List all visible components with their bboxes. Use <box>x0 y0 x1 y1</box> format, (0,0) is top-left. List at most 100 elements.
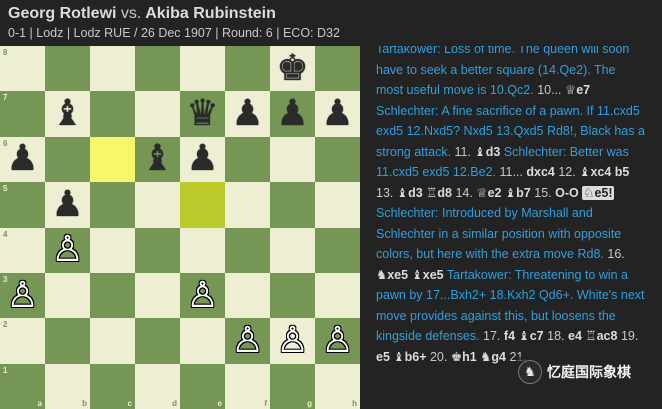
move-20-white[interactable]: ♚h1 <box>451 349 477 364</box>
square-b4[interactable]: ♙ <box>45 227 90 273</box>
square-b2[interactable] <box>45 318 90 364</box>
square-f8[interactable] <box>225 46 270 92</box>
move-10-black[interactable]: ♕e7 <box>565 82 590 97</box>
square-c5[interactable] <box>90 182 135 228</box>
black-pawn-icon[interactable]: ♟ <box>276 96 308 132</box>
chessboard[interactable]: 8 ♚ 7 ♝ ♛ ♟ ♟ ♟ 6 ♟ ♝ ♟ 5 ♟ 4 ♙ 3 ♙ ♙ 2 ♙ ♙ ♙ 1 a b c d e f g h <box>0 46 360 409</box>
square-f1[interactable]: f <box>225 363 270 409</box>
square-g8[interactable]: ♚ <box>270 46 315 92</box>
square-e4[interactable] <box>180 227 225 273</box>
move-14-black[interactable]: ♝b7 <box>505 185 531 200</box>
square-c1[interactable]: c <box>90 363 135 409</box>
square-c3[interactable] <box>90 272 135 319</box>
square-d1[interactable]: d <box>135 363 180 409</box>
move-13-black[interactable]: ♖d8 <box>426 185 452 200</box>
square-f2[interactable]: ♙ <box>225 318 270 364</box>
move-16-white[interactable]: ♞xe5 <box>376 267 408 282</box>
square-b8[interactable] <box>45 46 90 92</box>
square-f4[interactable] <box>225 227 270 273</box>
black-pawn-icon[interactable]: ♟ <box>6 141 38 177</box>
square-a7[interactable]: 7 <box>0 91 45 137</box>
square-g5[interactable] <box>270 182 315 228</box>
square-a5[interactable]: 5 <box>0 182 45 228</box>
white-pawn-icon[interactable]: ♙ <box>186 277 218 314</box>
white-pawn-icon[interactable]: ♙ <box>321 322 353 359</box>
white-player-name[interactable]: Georg Rotlewi <box>8 5 116 22</box>
move-12-white[interactable]: ♝xc4 <box>579 164 611 179</box>
move-17-black[interactable]: ♝c7 <box>519 328 544 343</box>
square-b6[interactable] <box>45 136 90 183</box>
square-a4[interactable]: 4 <box>0 227 45 273</box>
square-a1[interactable]: 1a <box>0 363 45 409</box>
square-g4[interactable] <box>270 227 315 273</box>
square-d6[interactable]: ♝ <box>135 136 180 183</box>
square-e6[interactable]: ♟ <box>180 136 225 183</box>
square-c8[interactable] <box>90 46 135 92</box>
square-g7[interactable]: ♟ <box>270 91 315 137</box>
square-h5[interactable] <box>315 182 360 228</box>
square-b5[interactable]: ♟ <box>45 182 90 228</box>
square-h2[interactable]: ♙ <box>315 318 360 364</box>
move-19-black[interactable]: ♝b6+ <box>393 349 426 364</box>
square-b3[interactable] <box>45 272 90 319</box>
square-d5[interactable] <box>135 182 180 228</box>
square-e2[interactable] <box>180 318 225 364</box>
square-e7[interactable]: ♛ <box>180 91 225 137</box>
square-e1[interactable]: e <box>180 363 225 409</box>
black-pawn-icon[interactable]: ♟ <box>231 96 263 132</box>
square-c4[interactable] <box>90 227 135 273</box>
move-14-white[interactable]: ♕e2 <box>476 185 501 200</box>
square-e5[interactable] <box>180 182 225 228</box>
square-f7[interactable]: ♟ <box>225 91 270 137</box>
move-13-white[interactable]: ♝d3 <box>397 185 423 200</box>
square-g1[interactable]: g <box>270 363 315 409</box>
square-c7[interactable] <box>90 91 135 137</box>
square-h1[interactable]: h <box>315 363 360 409</box>
move-15-white[interactable]: O-O <box>555 186 579 200</box>
current-move-15-black[interactable]: ♘e5! <box>582 185 614 200</box>
black-bishop-icon[interactable]: ♝ <box>141 141 173 177</box>
white-pawn-icon[interactable]: ♙ <box>231 322 263 359</box>
square-f6[interactable] <box>225 136 270 183</box>
black-queen-icon[interactable]: ♛ <box>186 96 218 132</box>
move-16-black[interactable]: ♝xe5 <box>412 267 444 282</box>
square-h8[interactable] <box>315 46 360 92</box>
move-20-black[interactable]: ♞g4 <box>480 349 506 364</box>
white-pawn-icon[interactable]: ♙ <box>6 277 38 314</box>
move-18-black[interactable]: ♖ac8 <box>585 328 617 343</box>
square-h7[interactable]: ♟ <box>315 91 360 137</box>
square-c2[interactable] <box>90 318 135 364</box>
move-17-white[interactable]: f4 <box>504 329 515 343</box>
square-g6[interactable] <box>270 136 315 183</box>
white-pawn-icon[interactable]: ♙ <box>51 232 83 268</box>
notation-panel[interactable]: Tartakower: Loss of time. The queen will… <box>367 46 662 409</box>
square-a2[interactable]: 2 <box>0 318 45 364</box>
square-a3[interactable]: 3 ♙ <box>0 272 45 319</box>
move-12-black[interactable]: b5 <box>615 165 630 179</box>
black-bishop-icon[interactable]: ♝ <box>51 96 83 132</box>
move-19-white[interactable]: e5 <box>376 350 390 364</box>
black-pawn-icon[interactable]: ♟ <box>186 141 218 177</box>
black-player-name[interactable]: Akiba Rubinstein <box>145 5 276 22</box>
square-e8[interactable] <box>180 46 225 92</box>
square-g2[interactable]: ♙ <box>270 318 315 364</box>
square-h6[interactable] <box>315 136 360 183</box>
square-d7[interactable] <box>135 91 180 137</box>
black-king-icon[interactable]: ♚ <box>276 50 308 87</box>
square-d3[interactable] <box>135 272 180 319</box>
square-b1[interactable]: b <box>45 363 90 409</box>
square-h4[interactable] <box>315 227 360 273</box>
square-d2[interactable] <box>135 318 180 364</box>
square-b7[interactable]: ♝ <box>45 91 90 137</box>
square-a6[interactable]: 6 ♟ <box>0 136 45 183</box>
move-11-black[interactable]: dxc4 <box>526 165 555 179</box>
square-f5[interactable] <box>225 182 270 228</box>
square-e3[interactable]: ♙ <box>180 272 225 319</box>
white-pawn-icon[interactable]: ♙ <box>276 322 308 359</box>
move-18-white[interactable]: e4 <box>568 329 582 343</box>
square-d8[interactable] <box>135 46 180 92</box>
move-11-white[interactable]: ♝d3 <box>474 144 500 159</box>
square-c6[interactable] <box>90 136 135 183</box>
square-f3[interactable] <box>225 272 270 319</box>
square-d4[interactable] <box>135 227 180 273</box>
